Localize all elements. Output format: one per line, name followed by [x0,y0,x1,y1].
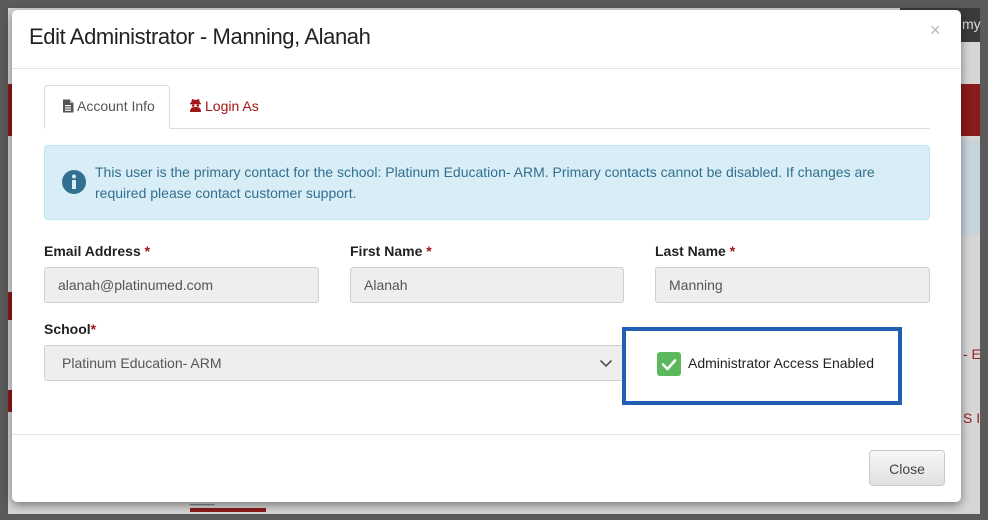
tab-login-as[interactable]: Login As [188,85,288,129]
topbar-text: my [962,16,981,32]
email-field[interactable] [44,267,319,303]
last-name-label-text: Last Name [655,243,726,259]
last-name-field[interactable] [655,267,930,303]
first-name-label-text: First Name [350,243,423,259]
check-icon [661,359,677,371]
alert-message: This user is the primary contact for the… [95,164,875,201]
required-mark: * [426,243,432,259]
close-button[interactable]: Close [869,450,945,486]
email-label-text: Email Address [44,243,141,259]
first-name-label: First Name * [350,243,432,259]
school-select-value: Platinum Education- ARM [62,355,222,371]
edit-administrator-modal: Edit Administrator - Manning, Alanah × A… [12,10,961,502]
modal-footer-divider [12,434,961,435]
app-link-text: S I [963,410,981,426]
chevron-down-icon [599,356,613,373]
email-label: Email Address * [44,243,150,259]
modal-title: Edit Administrator - Manning, Alanah [29,24,371,49]
user-secret-icon [189,98,202,117]
required-mark: * [90,321,97,337]
first-name-field[interactable] [350,267,624,303]
last-name-label: Last Name * [655,243,735,259]
school-label: School* [44,321,96,337]
school-label-text: School [44,321,91,337]
app-link-text: - E [963,346,981,362]
admin-access-label: Administrator Access Enabled [688,355,874,371]
tab-account-info[interactable]: Account Info [44,85,170,129]
tab-label: Login As [205,98,259,114]
admin-access-checkbox[interactable] [657,352,681,376]
app-red-block [958,84,980,136]
app-red-underline [190,508,266,512]
primary-contact-alert: This user is the primary contact for the… [44,145,930,220]
close-icon[interactable]: × [930,20,941,41]
modal-header: Edit Administrator - Manning, Alanah × [12,10,961,69]
admin-access-highlight: Administrator Access Enabled [622,327,902,405]
tab-label: Account Info [77,98,155,114]
info-circle-icon [62,170,86,199]
tabs-divider [44,128,930,129]
app-side-panel [958,140,980,235]
school-select[interactable]: Platinum Education- ARM [44,345,624,381]
document-icon [62,99,74,118]
required-mark: * [729,243,736,259]
required-mark: * [144,243,151,259]
